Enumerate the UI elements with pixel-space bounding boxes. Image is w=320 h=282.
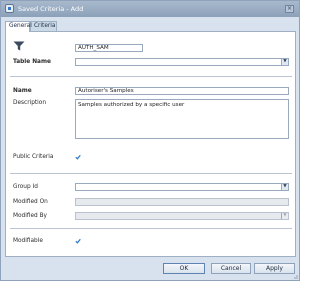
group-id-label: Group Id bbox=[13, 184, 38, 190]
divider bbox=[10, 173, 292, 174]
cancel-button[interactable]: Cancel bbox=[211, 263, 251, 274]
description-field[interactable]: Samples authorized by a specific user bbox=[75, 99, 289, 139]
resize-grip-icon[interactable] bbox=[291, 275, 298, 280]
modified-on-label: Modified On bbox=[13, 199, 48, 205]
tab-general[interactable]: General bbox=[5, 21, 32, 32]
saved-criteria-dialog: Saved Criteria - Add × General Criteria … bbox=[0, 0, 300, 281]
name-field[interactable]: Autoriser's Samples bbox=[75, 87, 289, 95]
group-id-select[interactable] bbox=[75, 183, 289, 191]
divider bbox=[10, 228, 292, 229]
general-panel: AUTH_SAM Table Name ▼ Name Autoriser's S… bbox=[5, 31, 296, 257]
group-id-dropdown-icon[interactable]: ▼ bbox=[281, 184, 288, 190]
title-bar[interactable]: Saved Criteria - Add × bbox=[1, 1, 299, 17]
public-criteria-checkbox[interactable] bbox=[75, 154, 81, 160]
filter-icon bbox=[13, 41, 25, 51]
window-title: Saved Criteria - Add bbox=[18, 5, 84, 13]
table-name-dropdown-icon[interactable]: ▼ bbox=[281, 59, 288, 65]
modified-on-field bbox=[75, 198, 289, 206]
modified-by-dropdown-icon: ▼ bbox=[281, 213, 288, 219]
modified-by-label: Modified By bbox=[13, 213, 47, 219]
description-label: Description bbox=[13, 100, 47, 106]
public-criteria-label: Public Criteria bbox=[13, 154, 54, 160]
apply-button[interactable]: Apply bbox=[254, 263, 295, 274]
name-label: Name bbox=[13, 88, 32, 94]
ok-button[interactable]: OK bbox=[163, 263, 205, 274]
criteria-code-field[interactable]: AUTH_SAM bbox=[75, 44, 143, 52]
close-button[interactable]: × bbox=[285, 5, 294, 13]
table-name-label: Table Name bbox=[13, 59, 51, 65]
divider bbox=[10, 76, 292, 77]
modifiable-label: Modifiable bbox=[13, 238, 43, 244]
tab-criteria[interactable]: Criteria bbox=[30, 21, 57, 31]
modifiable-checkbox[interactable] bbox=[75, 238, 81, 244]
table-name-select[interactable] bbox=[75, 58, 289, 66]
app-icon bbox=[5, 4, 14, 13]
modified-by-select bbox=[75, 212, 289, 220]
